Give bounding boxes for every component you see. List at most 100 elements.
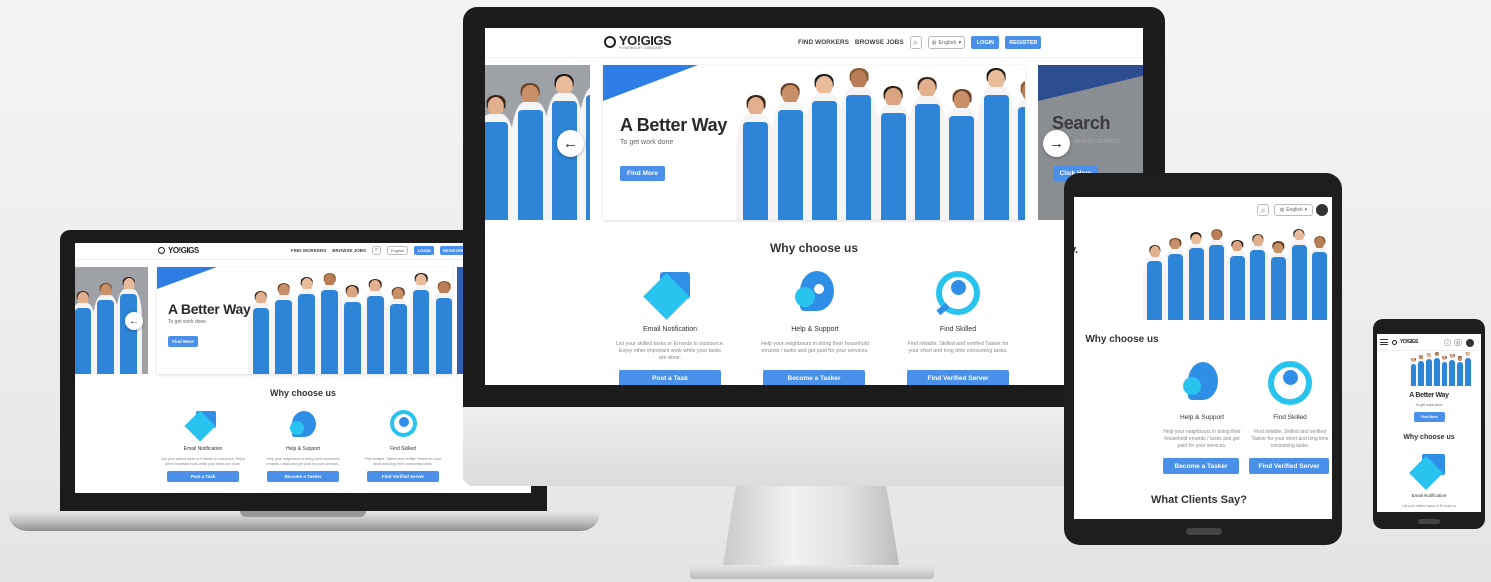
help-support-icon (792, 270, 838, 316)
worker-figure (907, 77, 947, 220)
prev-arrow-button[interactable]: ← (557, 130, 584, 157)
language-label: English (391, 248, 405, 253)
worker-figure (942, 89, 982, 220)
desktop-logo[interactable]: YO!GIGS POWERED BY JOBBOARD (604, 34, 672, 51)
nav-browse-jobs[interactable]: BROWSE JOBS (855, 39, 904, 46)
worker-figure (510, 83, 550, 220)
feature-title: Help & Support (286, 446, 320, 452)
phone-navbar: YO!GIGS ⌕ ◍ (1377, 334, 1481, 351)
monitor-stand-base (690, 565, 934, 579)
next-slide-subtitle: search taskers (1074, 138, 1120, 145)
language-select[interactable]: ◍ English ▾ (927, 36, 966, 49)
feature-title: Help & Support (791, 326, 839, 333)
laptop-logo[interactable]: YO!GIGS (158, 246, 199, 255)
feature-desc: Find reliable, Skilled and verified Task… (907, 341, 1009, 355)
search-icon[interactable]: ⌕ (372, 246, 382, 255)
find-verified-server-button[interactable]: Find Verified Server (907, 370, 1009, 385)
feature-title: Help & Support (1179, 414, 1225, 421)
user-avatar-icon[interactable] (1316, 204, 1328, 216)
logo-block: YO!GIGS POWERED BY JOBBOARD (619, 34, 672, 51)
feature-desc: Help your neighbours in doing their hous… (266, 457, 340, 466)
hero-subtitle: To get work done (168, 319, 207, 325)
login-button[interactable]: LOGIN (414, 246, 435, 255)
tablet-site: ⌕ ◍English▾ y. Why choose us Help & Supp… (1074, 197, 1332, 519)
hero-accent-wedge (157, 267, 217, 289)
phone-logo[interactable]: YO!GIGS (1392, 339, 1418, 345)
find-skilled-icon (933, 270, 983, 316)
worker-figure (1307, 236, 1328, 320)
feature-title: Find Skilled (1273, 414, 1307, 421)
feature-desc: List your skilled tasks or Errands to ou… (615, 341, 725, 362)
worker-figure (1010, 80, 1025, 220)
worker-figure (736, 95, 776, 220)
hero-title: A Better Way (168, 301, 251, 317)
feature-skilled: Find Skilled Find reliable, Skilled and … (903, 270, 1013, 355)
phone-site: YO!GIGS ⌕ ◍ A Better Way To get work don… (1377, 334, 1481, 512)
login-button[interactable]: LOGIN (971, 36, 1000, 49)
worker-figure (431, 280, 452, 374)
feature-desc: Find reliable, Skilled and verified Task… (364, 457, 442, 466)
globe-icon: ◍ (931, 39, 937, 46)
hero-title-fragment: y. (1074, 244, 1078, 256)
search-icon[interactable]: ⌕ (1444, 339, 1451, 346)
search-icon[interactable]: ⌕ (909, 36, 922, 49)
feature-desc: List your skilled tasks or Errands to (1401, 504, 1457, 508)
desktop-navbar: YO!GIGS POWERED BY JOBBOARD FIND WORKERS … (485, 28, 1143, 58)
worker-figure (804, 74, 844, 220)
register-button[interactable]: REGISTER (1005, 36, 1042, 49)
find-more-button[interactable]: Find More (168, 336, 198, 347)
prev-arrow-button[interactable]: ← (125, 312, 143, 330)
feature-help: Help & Support Help your neighbours in d… (1160, 360, 1244, 449)
tablet-home-button (1186, 528, 1222, 535)
hero-title: A Better Way (1409, 392, 1449, 399)
worker-figure (1463, 351, 1473, 386)
email-notification-icon (184, 409, 218, 442)
feature-title: Find Skilled (939, 326, 977, 333)
stopwatch-icon (158, 247, 165, 254)
team-photo (736, 68, 1025, 220)
language-label: English (938, 39, 957, 46)
find-skilled-icon (388, 409, 418, 439)
language-label: English (1286, 207, 1303, 213)
user-avatar-icon[interactable] (1466, 339, 1474, 347)
stopwatch-icon (604, 36, 616, 49)
logo-text: YO!GIGS (1400, 339, 1418, 345)
find-verified-server-button[interactable]: Find Verified Server (367, 470, 439, 482)
hero-subtitle: To get work done (1415, 403, 1443, 407)
worker-figure (770, 83, 810, 220)
feature-desc: Help your neighbours in doing their hous… (760, 341, 870, 355)
feature-skilled: Find Skilled Find reliable, Skilled and … (1248, 360, 1332, 449)
hero-subtitle: To get work done (620, 139, 674, 146)
worker-figure (839, 68, 879, 220)
stopwatch-icon (1392, 339, 1397, 345)
globe-icon: ◍ (1279, 207, 1285, 213)
become-tasker-button[interactable]: Become a Tasker (763, 370, 865, 385)
worker-figure (976, 68, 1016, 220)
hero-slide: y. (1074, 226, 1328, 320)
monitor-stand-neck (722, 483, 900, 571)
post-task-button[interactable]: Post a Task (619, 370, 721, 385)
nav-find-workers[interactable]: FIND WORKERS (798, 39, 849, 46)
find-more-button[interactable]: Find More (1414, 412, 1445, 422)
language-select[interactable]: ◍ English ▾ (1274, 204, 1313, 216)
hero-slide: A Better Way To get work done Find More (603, 65, 1025, 220)
hero-title: A Better Way (620, 115, 728, 135)
feature-email: Email Notification List your skilled tas… (161, 409, 245, 482)
next-arrow-button[interactable]: → (1043, 130, 1070, 157)
language-select[interactable]: English (387, 246, 409, 255)
why-heading: Why choose us (769, 241, 858, 255)
find-verified-server-button[interactable]: Find Verified Server (1249, 458, 1329, 474)
feature-skilled: Find Skilled Find reliable, Skilled and … (361, 409, 445, 482)
team-photo (247, 272, 452, 374)
globe-icon[interactable]: ◍ (1454, 339, 1462, 346)
post-task-button[interactable]: Post a Task (167, 470, 239, 482)
phone-home-button (1418, 519, 1440, 524)
worker-figure (873, 86, 913, 220)
nav-browse-jobs[interactable]: BROWSE JOBS (332, 248, 366, 253)
nav-find-workers[interactable]: FIND WORKERS (291, 248, 326, 253)
chevron-down-icon: ▾ (1304, 207, 1308, 213)
become-tasker-button[interactable]: Become a Tasker (267, 470, 339, 482)
become-tasker-button[interactable]: Become a Tasker (1163, 458, 1239, 474)
search-icon[interactable]: ⌕ (1257, 204, 1269, 216)
find-more-button[interactable]: Find More (620, 166, 665, 181)
